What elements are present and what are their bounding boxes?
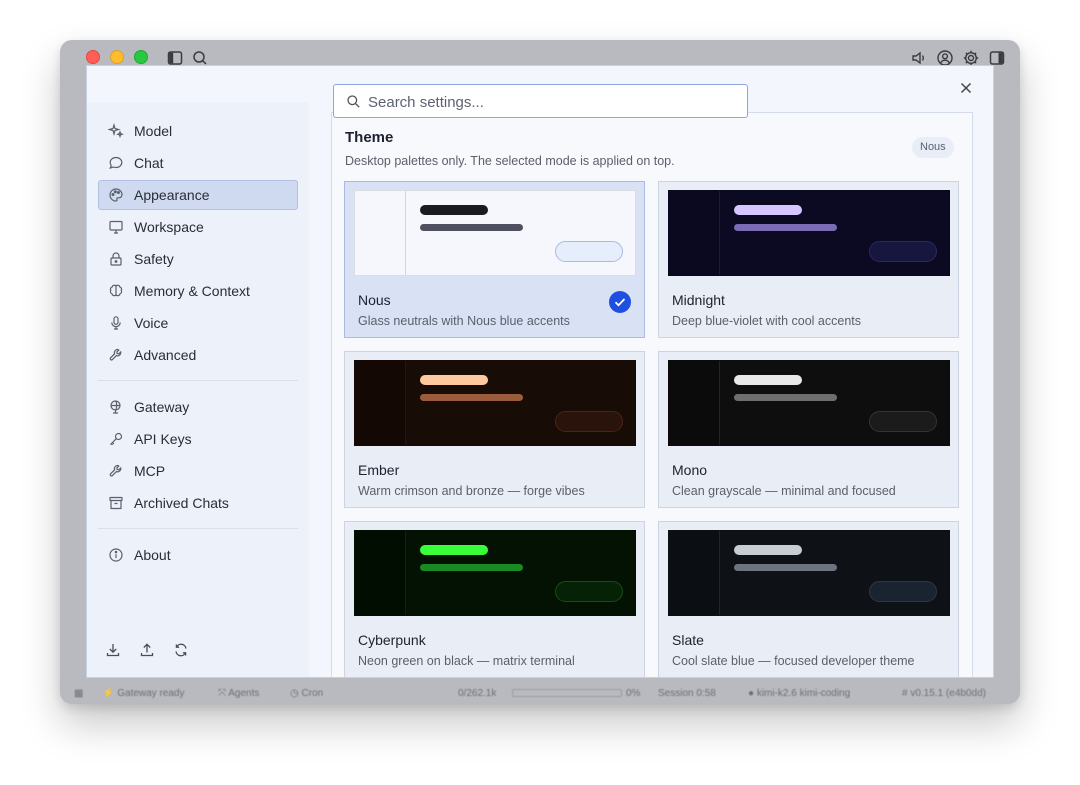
- close-window-button[interactable]: [86, 50, 100, 64]
- maximize-window-button[interactable]: [134, 50, 148, 64]
- sidebar-item-label: Voice: [134, 315, 169, 331]
- sidebar-item-model[interactable]: Model: [98, 116, 298, 146]
- theme-name: Mono: [672, 462, 708, 478]
- settings-sidebar: Model Chat Appearance Workspace Safety M…: [87, 102, 309, 677]
- section-title: Theme: [345, 129, 394, 146]
- theme-card-nous[interactable]: Nous Glass neutrals with Nous blue accen…: [344, 181, 645, 338]
- cron-status[interactable]: ◷ Cron: [290, 688, 323, 699]
- microphone-icon: [108, 315, 124, 331]
- sidebar-item-label: About: [134, 547, 171, 563]
- theme-name: Ember: [358, 462, 400, 478]
- sidebar-divider: [98, 528, 298, 529]
- theme-preview: [668, 360, 950, 446]
- token-count: 0/262.1k: [458, 688, 497, 699]
- search-icon: [346, 94, 361, 109]
- close-icon[interactable]: [957, 79, 975, 97]
- section-description: Desktop palettes only. The selected mode…: [345, 154, 675, 168]
- sidebar-divider: [98, 380, 298, 381]
- theme-name: Slate: [672, 632, 704, 648]
- chat-bubble-icon: [108, 155, 124, 171]
- sidebar-item-about[interactable]: About: [98, 540, 298, 570]
- sidebar-item-label: Workspace: [134, 219, 204, 235]
- minimize-window-button[interactable]: [110, 50, 124, 64]
- theme-description: Cool slate blue — focused developer them…: [672, 654, 915, 668]
- theme-name: Cyberpunk: [358, 632, 426, 648]
- sidebar-item-mcp[interactable]: MCP: [98, 456, 298, 486]
- theme-description: Warm crimson and bronze — forge vibes: [358, 484, 585, 498]
- theme-description: Glass neutrals with Nous blue accents: [358, 314, 570, 328]
- wrench-icon: [108, 347, 124, 363]
- refresh-icon[interactable]: [173, 642, 189, 658]
- globe-icon: [108, 399, 124, 415]
- sidebar-item-label: Archived Chats: [134, 495, 229, 511]
- sidebar-item-label: Chat: [134, 155, 164, 171]
- sidebar-item-memory-context[interactable]: Memory & Context: [98, 276, 298, 306]
- version-label: # v0.15.1 (e4b0dd): [902, 688, 986, 699]
- monitor-icon: [108, 219, 124, 235]
- key-icon: [108, 431, 124, 447]
- sidebar-item-appearance[interactable]: Appearance: [98, 180, 298, 210]
- brain-icon: [108, 283, 124, 299]
- theme-description: Neon green on black — matrix terminal: [358, 654, 575, 668]
- sidebar-item-label: Model: [134, 123, 173, 139]
- sidebar-item-label: API Keys: [134, 431, 192, 447]
- theme-preview: [668, 530, 950, 616]
- sidebar-item-label: Gateway: [134, 399, 190, 415]
- model-status[interactable]: ● kimi-k2.6 kimi-coding: [748, 688, 850, 699]
- status-grid-icon: ▦: [74, 688, 84, 699]
- palette-icon: [108, 187, 124, 203]
- theme-card-mono[interactable]: Mono Clean grayscale — minimal and focus…: [658, 351, 959, 508]
- current-theme-badge: Nous: [912, 137, 954, 158]
- theme-card-midnight[interactable]: Midnight Deep blue-violet with cool acce…: [658, 181, 959, 338]
- lock-icon: [108, 251, 124, 267]
- gateway-status[interactable]: ⚡ Gateway ready: [102, 688, 185, 699]
- sparkles-icon: [108, 123, 124, 139]
- sidebar-item-safety[interactable]: Safety: [98, 244, 298, 274]
- theme-preview: [668, 190, 950, 276]
- context-progress-bar: [512, 689, 622, 697]
- search-input[interactable]: [368, 91, 738, 113]
- theme-name: Nous: [358, 292, 391, 308]
- sidebar-item-archived-chats[interactable]: Archived Chats: [98, 488, 298, 518]
- sidebar-item-gateway[interactable]: Gateway: [98, 392, 298, 422]
- plug-icon: [108, 463, 124, 479]
- theme-card-slate[interactable]: Slate Cool slate blue — focused develope…: [658, 521, 959, 677]
- theme-description: Clean grayscale — minimal and focused: [672, 484, 896, 498]
- theme-card-cyberpunk[interactable]: Cyberpunk Neon green on black — matrix t…: [344, 521, 645, 677]
- checkmark-icon: [609, 291, 631, 313]
- upload-icon[interactable]: [139, 642, 155, 658]
- info-icon: [108, 547, 124, 563]
- sidebar-item-label: MCP: [134, 463, 166, 479]
- sidebar-item-label: Memory & Context: [134, 283, 250, 299]
- sidebar-item-api-keys[interactable]: API Keys: [98, 424, 298, 454]
- download-icon[interactable]: [105, 642, 121, 658]
- theme-card-ember[interactable]: Ember Warm crimson and bronze — forge vi…: [344, 351, 645, 508]
- context-percent: 0%: [626, 688, 641, 699]
- theme-preview: [354, 190, 636, 276]
- sidebar-item-voice[interactable]: Voice: [98, 308, 298, 338]
- settings-content: Theme Desktop palettes only. The selecte…: [331, 112, 973, 677]
- theme-preview: [354, 530, 636, 616]
- theme-name: Midnight: [672, 292, 725, 308]
- session-time: Session 0:58: [658, 688, 716, 699]
- sidebar-item-label: Advanced: [134, 347, 197, 363]
- status-bar: ▦ ⚡ Gateway ready ⤧ Agents ◷ Cron 0/262.…: [60, 682, 1020, 704]
- archive-icon: [108, 495, 124, 511]
- sidebar-item-label: Appearance: [134, 187, 210, 203]
- theme-description: Deep blue-violet with cool accents: [672, 314, 861, 328]
- settings-search: [333, 84, 748, 118]
- sidebar-item-chat[interactable]: Chat: [98, 148, 298, 178]
- settings-dialog: Model Chat Appearance Workspace Safety M…: [86, 65, 994, 678]
- sidebar-item-label: Safety: [134, 251, 174, 267]
- theme-preview: [354, 360, 636, 446]
- agents-status[interactable]: ⤧ Agents: [218, 688, 259, 699]
- sidebar-item-workspace[interactable]: Workspace: [98, 212, 298, 242]
- sidebar-item-advanced[interactable]: Advanced: [98, 340, 298, 370]
